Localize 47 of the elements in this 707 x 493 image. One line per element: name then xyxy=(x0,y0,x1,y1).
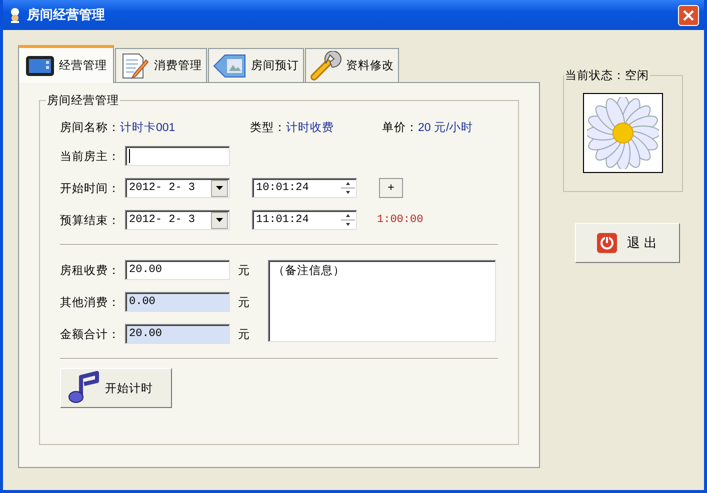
wrench-icon xyxy=(310,50,342,80)
date-picker[interactable]: 2012- 2- 3 xyxy=(125,210,230,230)
dropdown-button[interactable] xyxy=(211,212,228,228)
field-value: 计时收费 xyxy=(286,120,335,134)
field-label: 房租收费： xyxy=(60,263,121,278)
group-title: 房间经营管理 xyxy=(46,93,120,108)
amount-field[interactable]: 20.00 xyxy=(125,324,230,344)
field-label: 单价： xyxy=(382,120,418,134)
field-label: 当前房主： xyxy=(60,149,121,164)
tab[interactable]: 资料修改 xyxy=(305,48,399,82)
tab[interactable]: 经营管理 xyxy=(18,45,114,83)
field-label: 开始时间： xyxy=(60,182,121,196)
notepad-pencil-icon xyxy=(120,52,150,80)
amount-field[interactable]: 0.00 xyxy=(125,292,230,312)
notes-field[interactable]: （备注信息） xyxy=(268,260,496,342)
unit-label: 元 xyxy=(238,264,250,278)
close-icon xyxy=(682,8,695,22)
dropdown-button[interactable] xyxy=(211,180,228,196)
power-icon xyxy=(597,233,618,253)
amount-field[interactable]: 20.00 xyxy=(125,260,230,280)
owner-field[interactable] xyxy=(125,146,230,166)
field-label: 类型： xyxy=(250,120,286,134)
time-field[interactable]: 10:01:24 xyxy=(252,178,357,198)
tab[interactable]: 房间预订 xyxy=(208,48,304,82)
unit-label: 元 xyxy=(238,328,250,342)
music-note-icon xyxy=(67,371,101,405)
field-label: 其他消费： xyxy=(60,296,121,310)
field-value: 20 元/小时 xyxy=(418,120,474,134)
field-value: 计时卡001 xyxy=(120,120,176,134)
window-title: 房间经营管理 xyxy=(27,6,106,24)
close-button[interactable] xyxy=(678,4,699,26)
exit-button[interactable]: 退 出 xyxy=(574,223,680,263)
monitor-icon xyxy=(25,54,55,78)
add-button[interactable]: + xyxy=(379,178,403,198)
tab[interactable]: 消费管理 xyxy=(115,48,207,82)
field-label: 金额合计： xyxy=(60,328,121,342)
caret-icon xyxy=(216,186,223,190)
field-label: 房间名称： xyxy=(60,120,120,134)
picture-card-icon xyxy=(213,52,247,78)
date-picker[interactable]: 2012- 2- 3 xyxy=(125,178,230,198)
field-label: 预算结束： xyxy=(60,214,121,228)
status-text: 当前状态：空闲 xyxy=(564,68,650,83)
time-field[interactable]: 11:01:24 xyxy=(252,210,357,230)
caret-icon xyxy=(216,218,223,222)
start-timing-button[interactable]: 开始计时 xyxy=(60,368,172,408)
unit-label: 元 xyxy=(238,296,250,310)
duration-text: 1:00:00 xyxy=(377,214,424,226)
